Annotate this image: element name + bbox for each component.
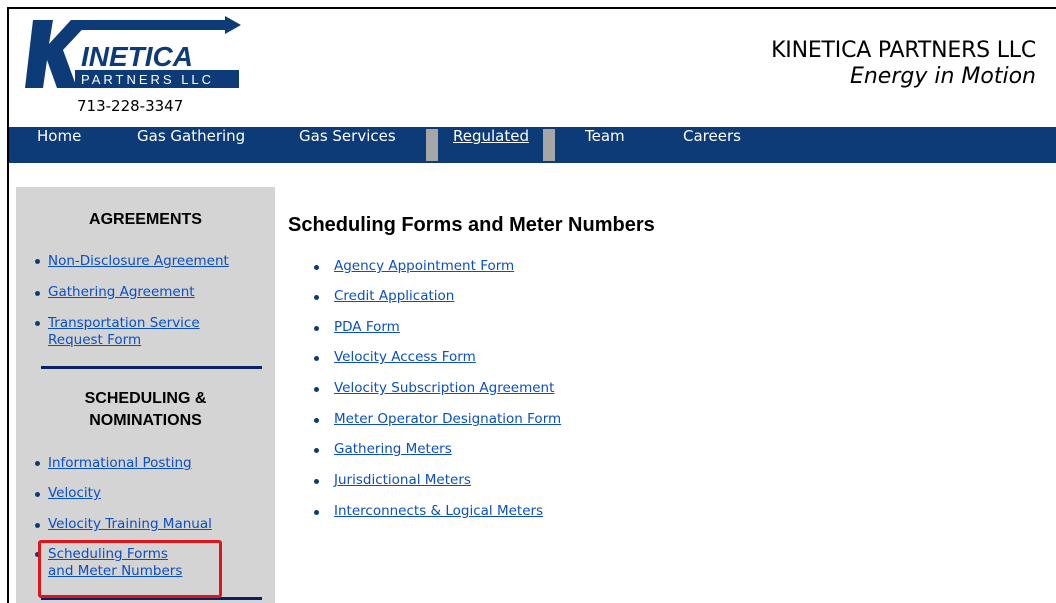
- link-meter-operator-designation-form[interactable]: Meter Operator Designation Form: [334, 411, 561, 427]
- sidebar-link-transportation-line2[interactable]: Request Form: [48, 332, 141, 349]
- sidebar-link-informational-posting[interactable]: Informational Posting: [48, 455, 192, 472]
- sidebar-divider: [41, 366, 262, 369]
- logo-word: INETICA: [81, 41, 193, 72]
- link-velocity-subscription-agreement[interactable]: Velocity Subscription Agreement: [334, 380, 554, 396]
- company-logo[interactable]: INETICA PARTNERS LLC: [25, 16, 257, 96]
- link-agency-appointment-form[interactable]: Agency Appointment Form: [334, 258, 514, 274]
- agreements-heading: AGREEMENTS: [89, 211, 202, 228]
- sidebar-link-nda[interactable]: Non-Disclosure Agreement: [48, 253, 229, 270]
- main-nav: Home Gas Gathering Gas Services Regulate…: [9, 127, 1056, 163]
- logo-sub: PARTNERS LLC: [81, 72, 214, 87]
- bullet: [314, 418, 319, 423]
- nav-regulated[interactable]: Regulated: [453, 127, 529, 163]
- bullet: [35, 492, 40, 497]
- scheduling-heading-line1: SCHEDULING &: [84, 390, 207, 407]
- nav-active-marker-right: [543, 129, 555, 161]
- company-name: KINETICA PARTNERS LLC: [771, 38, 1036, 63]
- phone-number: 713-228-3347: [77, 97, 184, 115]
- page-title: Scheduling Forms and Meter Numbers: [288, 214, 655, 236]
- bullet: [35, 461, 40, 466]
- bullet: [314, 479, 319, 484]
- bullet: [314, 265, 319, 270]
- nav-gas-services[interactable]: Gas Services: [299, 127, 396, 163]
- scheduling-heading-line2: NOMINATIONS: [89, 412, 202, 429]
- sidebar-link-gathering-agreement[interactable]: Gathering Agreement: [48, 284, 195, 301]
- company-tagline: Energy in Motion: [849, 64, 1036, 89]
- nav-careers[interactable]: Careers: [683, 127, 741, 163]
- bullet: [314, 295, 319, 300]
- sidebar-link-velocity[interactable]: Velocity: [48, 485, 101, 502]
- link-velocity-access-form[interactable]: Velocity Access Form: [334, 349, 476, 365]
- nav-gas-gathering[interactable]: Gas Gathering: [137, 127, 245, 163]
- link-gathering-meters[interactable]: Gathering Meters: [334, 441, 452, 457]
- nav-home[interactable]: Home: [37, 127, 81, 163]
- nav-active-marker-left: [426, 129, 438, 161]
- nav-team[interactable]: Team: [585, 127, 625, 163]
- bullet: [314, 326, 319, 331]
- bullet: [35, 321, 40, 326]
- link-pda-form[interactable]: PDA Form: [334, 319, 400, 335]
- sidebar-link-velocity-training[interactable]: Velocity Training Manual: [48, 516, 212, 533]
- company-header: KINETICA PARTNERS LLC Energy in Motion: [771, 38, 1036, 89]
- bullet: [314, 448, 319, 453]
- link-jurisdictional-meters[interactable]: Jurisdictional Meters: [334, 472, 471, 488]
- link-credit-application[interactable]: Credit Application: [334, 288, 454, 304]
- bullet: [35, 523, 40, 528]
- bullet: [35, 291, 40, 296]
- logo-graphic: INETICA PARTNERS LLC: [25, 16, 241, 88]
- highlight-box: [38, 540, 222, 598]
- link-interconnects-logical-meters[interactable]: Interconnects & Logical Meters: [334, 503, 543, 519]
- bullet: [314, 387, 319, 392]
- bullet: [314, 356, 319, 361]
- bullet: [314, 510, 319, 515]
- bullet: [35, 259, 40, 264]
- sidebar-link-transportation-line1[interactable]: Transportation Service: [48, 315, 200, 332]
